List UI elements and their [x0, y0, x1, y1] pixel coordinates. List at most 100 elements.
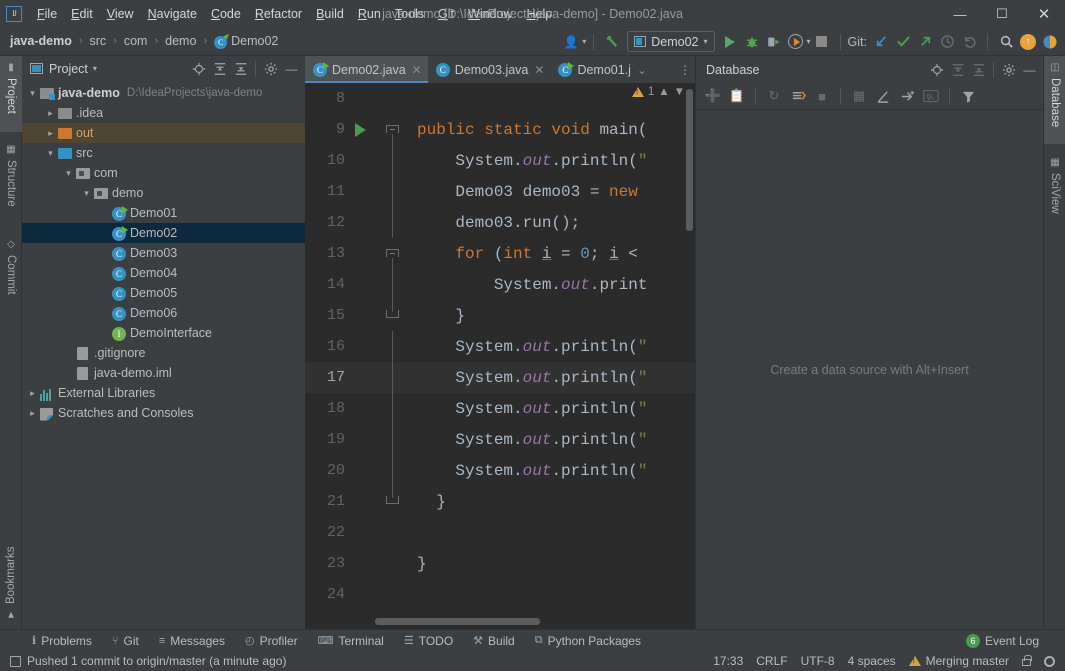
code-line-17[interactable]: 17 System.out.println(": [305, 362, 695, 393]
inspection-settings-icon[interactable]: [1044, 655, 1055, 667]
tree-node-demo04[interactable]: C Demo04: [22, 263, 305, 283]
menu-item-file[interactable]: File: [30, 4, 64, 24]
tree-twisty-icon[interactable]: ▸: [26, 388, 39, 399]
breadcrumb-item-src[interactable]: src: [88, 34, 109, 48]
bottom-tab-git[interactable]: ⑂ Git: [102, 630, 149, 652]
sync-icon[interactable]: [787, 85, 809, 107]
code-line-10[interactable]: 10 System.out.println(": [305, 145, 695, 176]
indent-widget[interactable]: 4 spaces: [848, 654, 896, 668]
hammer-icon[interactable]: [602, 32, 622, 52]
menu-item-help[interactable]: Help: [519, 4, 559, 24]
tree-node-demo06[interactable]: C Demo06: [22, 303, 305, 323]
close-icon[interactable]: ✕: [412, 63, 422, 77]
person-icon[interactable]: 👤: [561, 32, 581, 52]
gutter-symbols[interactable]: [353, 548, 381, 579]
updates-available-icon[interactable]: ↑: [1018, 32, 1038, 52]
gutter-symbols[interactable]: [353, 362, 381, 393]
tree-node-demo02[interactable]: C Demo02: [22, 223, 305, 243]
filter-icon[interactable]: [957, 85, 979, 107]
breadcrumb-item-com[interactable]: com: [122, 34, 150, 48]
tree-node-out[interactable]: ▸ out: [22, 123, 305, 143]
hide-icon[interactable]: —: [282, 59, 301, 78]
ide-feedback-icon[interactable]: [1040, 32, 1060, 52]
editor-tab-demo02-java[interactable]: C Demo02.java ✕: [305, 56, 428, 83]
project-tree[interactable]: ▾ java-demo D:\IdeaProjects\java-demo ▸ .ide…: [22, 81, 305, 629]
gutter-symbols[interactable]: [353, 579, 381, 610]
tree-node-demo01[interactable]: C Demo01: [22, 203, 305, 223]
fold-region-marker[interactable]: [381, 579, 403, 610]
gutter-symbols[interactable]: [353, 83, 381, 114]
chevron-down-icon[interactable]: ⌄: [637, 63, 647, 77]
fold-region-marker[interactable]: [381, 548, 403, 579]
close-button[interactable]: ✕: [1023, 0, 1065, 28]
git-push-icon[interactable]: [915, 32, 935, 52]
menu-item-run[interactable]: Run: [351, 4, 388, 24]
jump-icon[interactable]: [896, 85, 918, 107]
fold-region-marker[interactable]: [381, 83, 403, 114]
gutter-symbols[interactable]: [353, 424, 381, 455]
add-icon[interactable]: ➕: [702, 85, 724, 107]
fold-region-marker[interactable]: [381, 393, 403, 424]
code-line-9[interactable]: 9 − public static void main(: [305, 114, 695, 165]
git-commit-icon[interactable]: [893, 32, 913, 52]
sidebar-item-sciview[interactable]: ▦ SciView: [1044, 151, 1065, 231]
tree-node-java-demo[interactable]: ▾ java-demo D:\IdeaProjects\java-demo: [22, 83, 305, 103]
git-update-project-icon[interactable]: [871, 32, 891, 52]
code-line-11[interactable]: 11 Demo03 demo03 = new: [305, 176, 695, 207]
branch-widget[interactable]: Merging master: [908, 654, 1009, 668]
code-line-19[interactable]: 19 System.out.println(": [305, 424, 695, 455]
code-editor[interactable]: 1 ▲ ▼ 8 9 − public static void main(10 Syst…: [305, 83, 695, 629]
bottom-tab-messages[interactable]: ≡ Messages: [149, 630, 235, 652]
tree-node-java-demo-iml[interactable]: java-demo.iml: [22, 363, 305, 383]
run-configuration-selector[interactable]: Demo02 ▾: [627, 31, 715, 52]
tree-twisty-icon[interactable]: ▾: [44, 148, 57, 159]
menu-item-build[interactable]: Build: [309, 4, 351, 24]
tree-node--gitignore[interactable]: .gitignore: [22, 343, 305, 363]
gutter-symbols[interactable]: [353, 517, 381, 548]
gutter-symbols[interactable]: [353, 331, 381, 362]
menu-item-view[interactable]: View: [100, 4, 141, 24]
editor-tab-demo01-j[interactable]: C Demo01.j ⌄: [550, 56, 653, 83]
debug-icon[interactable]: [742, 32, 762, 52]
read-only-lock-icon[interactable]: [1022, 655, 1032, 666]
gutter-symbols[interactable]: [353, 300, 381, 331]
fold-region-marker[interactable]: [381, 269, 403, 300]
gutter-symbols[interactable]: [353, 207, 381, 238]
menu-item-window[interactable]: Window: [461, 4, 519, 24]
encoding-widget[interactable]: UTF-8: [801, 654, 835, 668]
fold-region-marker[interactable]: [381, 362, 403, 393]
fold-cap-icon[interactable]: −: [386, 249, 399, 261]
code-line-22[interactable]: 22: [305, 517, 695, 548]
editor-vertical-scrollbar[interactable]: [686, 89, 693, 231]
code-line-20[interactable]: 20 System.out.println(": [305, 455, 695, 486]
tree-node-com[interactable]: ▾ com: [22, 163, 305, 183]
fold-region-marker[interactable]: [381, 486, 403, 517]
fold-region-marker[interactable]: −: [381, 114, 403, 165]
breadcrumb-item-demo02[interactable]: C Demo02: [212, 34, 280, 49]
bottom-tab-profiler[interactable]: ◴ Profiler: [235, 630, 308, 652]
locate-icon[interactable]: [927, 60, 946, 79]
chevron-down-icon[interactable]: ▾: [93, 64, 97, 73]
sidebar-item-project[interactable]: ▮ Project: [0, 56, 22, 132]
clock-widget[interactable]: 17:33: [713, 654, 743, 668]
menu-item-tools[interactable]: Tools: [388, 4, 431, 24]
run-gutter-icon[interactable]: [355, 123, 366, 137]
tree-twisty-icon[interactable]: ▸: [26, 408, 39, 419]
menu-item-edit[interactable]: Edit: [64, 4, 100, 24]
sidebar-item-structure[interactable]: ▦ Structure: [0, 138, 22, 228]
tree-node-external-libraries[interactable]: ▸ External Libraries: [22, 383, 305, 403]
fold-region-marker[interactable]: [381, 517, 403, 548]
next-problem-icon[interactable]: ▼: [674, 86, 685, 98]
tree-node-src[interactable]: ▾ src: [22, 143, 305, 163]
gutter-symbols[interactable]: [353, 114, 381, 145]
tree-node-demo[interactable]: ▾ demo: [22, 183, 305, 203]
run-with-coverage-icon[interactable]: [764, 32, 784, 52]
search-icon[interactable]: [996, 32, 1016, 52]
prev-problem-icon[interactable]: ▲: [658, 86, 669, 98]
code-line-16[interactable]: 16 System.out.println(": [305, 331, 695, 362]
fold-region-marker[interactable]: [381, 455, 403, 486]
code-line-24[interactable]: 24: [305, 579, 695, 610]
breadcrumb-item-java-demo[interactable]: java-demo: [8, 34, 74, 48]
settings-gear-icon[interactable]: [261, 59, 280, 78]
gutter-symbols[interactable]: [353, 145, 381, 176]
